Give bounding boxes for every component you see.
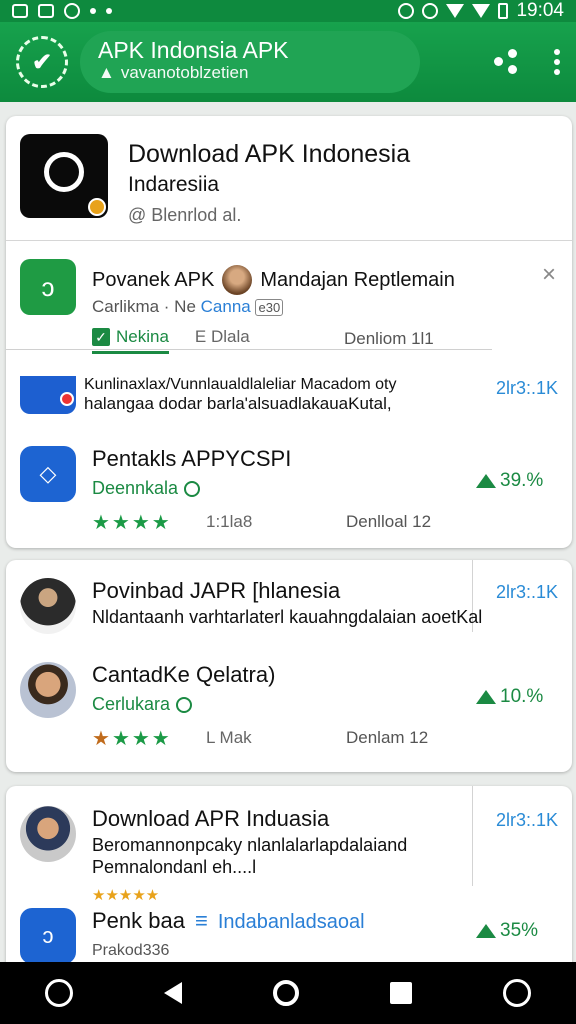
home-icon[interactable] (272, 980, 299, 1006)
app-link[interactable]: Indabanladsaoal (218, 911, 365, 934)
signal-icon (472, 4, 491, 18)
download-count: Denlloal 12 (346, 512, 432, 531)
app-icon: ↄ (20, 908, 76, 964)
download-count: Denlam 12 (346, 728, 429, 747)
rating-count: 1:1la8 (206, 512, 253, 531)
status-bar: 19:04 (0, 0, 576, 22)
trend-up-icon (476, 924, 496, 938)
popup-stats: Denliom 1l1 (344, 329, 434, 348)
rating-stars: ★★★★★ (92, 887, 160, 904)
close-icon[interactable]: × (542, 261, 556, 289)
badge-icon (88, 198, 106, 216)
app-list-card: Download APK Indonesia Indaresiia @ Blen… (6, 116, 572, 548)
app-description: Beromannonpcaky nlanlalarlapdalaiand Pem… (92, 835, 408, 877)
item-size: 2lr3:.1K (496, 810, 559, 830)
status-time: 19:04 (516, 0, 564, 21)
notification-icon (12, 4, 28, 18)
avatar (20, 662, 76, 718)
warning-icon: ▲ (98, 63, 115, 82)
navigation-bar (0, 962, 576, 1024)
app-title: Pentakls APPYCSPI (92, 446, 292, 471)
popup-meta-tag: e30 (255, 299, 284, 316)
item-text-line1: Kunlinaxlax/Vunnlaualdlaleliar Macadom o… (84, 376, 397, 393)
app-subtext: Prakod336 (92, 942, 170, 959)
app-popup: ↄ Povanek APK Mandajan Reptlemain Carlik… (6, 240, 572, 354)
featured-app-icon (20, 134, 108, 218)
search-bar[interactable]: APK Indonsia APK ▲ vavanotoblzetien (80, 31, 420, 93)
list-item[interactable]: ◇ Pentakls APPYCSPI Deennkala ★★★★ 1:1la… (20, 446, 560, 536)
popup-meta-link[interactable]: Canna (201, 297, 251, 316)
list-icon: ≡ (194, 908, 208, 933)
rating-stars: ★★★★ (92, 512, 172, 534)
featured-subtitle: Indaresiia (128, 173, 220, 196)
app-subtitle: vavanotoblzetien (120, 63, 249, 82)
tab-active-label: Nekina (116, 327, 169, 346)
rating-stars: ★★★★ (92, 728, 172, 750)
app-list-card: Download APR Induasia Beromannonpcaky nl… (6, 786, 572, 972)
trend-up-icon (476, 690, 496, 704)
popup-meta: Carlikma · Ne (92, 297, 196, 316)
check-icon: ✓ (92, 328, 110, 346)
featured-note: @ Blenrlod al. (128, 205, 242, 225)
verified-icon (176, 696, 193, 713)
share-icon[interactable] (494, 49, 520, 75)
list-item[interactable]: CantadKe Qelatra) Cerlukara ★★★★ L Mak D… (20, 662, 560, 752)
back-icon[interactable] (164, 982, 183, 1004)
battery-icon (498, 3, 509, 19)
dot-icon (106, 8, 112, 14)
divider (6, 349, 492, 350)
rating-count: L Mak (206, 728, 252, 747)
app-logo-icon[interactable]: ✔ (16, 36, 68, 88)
trend-up-icon (476, 474, 496, 488)
app-title: Download APR Induasia (92, 806, 330, 831)
trend-percent: 10.% (500, 686, 544, 707)
alarm-icon (398, 3, 415, 19)
notification-icon (38, 4, 54, 18)
sync-icon (64, 3, 80, 19)
rotate-icon (422, 3, 439, 19)
list-item[interactable]: ↄ Penk baa ≡ Indabanladsaoal Prakod336 3… (20, 908, 560, 968)
verified-icon (184, 480, 201, 497)
profile-icon[interactable] (502, 979, 531, 1007)
item-size: 2lr3:.1K (496, 378, 559, 398)
notification-badge-icon (60, 392, 74, 406)
app-title: Povinbad JAPR [hlanesia (92, 578, 341, 603)
developer-name: Cerlukara (92, 694, 171, 714)
app-list-card: Povinbad JAPR [hlanesia Nldantaanh varht… (6, 560, 572, 772)
app-title: APK Indonsia APK (98, 37, 289, 63)
featured-title: Download APK Indonesia (128, 140, 411, 168)
item-size: 2lr3:.1K (496, 582, 559, 602)
assistant-icon[interactable] (45, 979, 74, 1007)
avatar (20, 578, 76, 634)
more-options-icon[interactable] (554, 49, 560, 75)
app-title: Penk baa (92, 908, 185, 933)
avatar (222, 265, 253, 295)
popup-app-name: Povanek APK (92, 268, 215, 291)
trend-percent: 39.% (500, 470, 544, 491)
featured-app[interactable]: Download APK Indonesia Indaresiia @ Blen… (20, 134, 410, 226)
wifi-icon (446, 4, 465, 18)
item-text-line2: halangaa dodar barla'alsuadlakauaKutal, (84, 394, 392, 413)
trend-percent: 35% (500, 920, 539, 941)
dot-icon (90, 8, 96, 14)
list-item[interactable]: Povinbad JAPR [hlanesia Nldantaanh varht… (20, 578, 560, 668)
app-bar: ✔ APK Indonsia APK ▲ vavanotoblzetien (0, 22, 576, 102)
list-item[interactable]: Download APR Induasia Beromannonpcaky nl… (20, 806, 560, 904)
app-icon: ◇ (20, 446, 76, 502)
app-title: CantadKe Qelatra) (92, 662, 276, 687)
popup-app-name-2: Mandajan Reptlemain (260, 268, 455, 291)
app-description: Nldantaanh varhtarlaterl kauahngdalaian … (92, 607, 483, 627)
avatar (20, 806, 76, 862)
popup-app-icon: ↄ (20, 259, 76, 315)
recents-icon[interactable] (389, 982, 412, 1004)
developer-name: Deennkala (92, 478, 179, 498)
